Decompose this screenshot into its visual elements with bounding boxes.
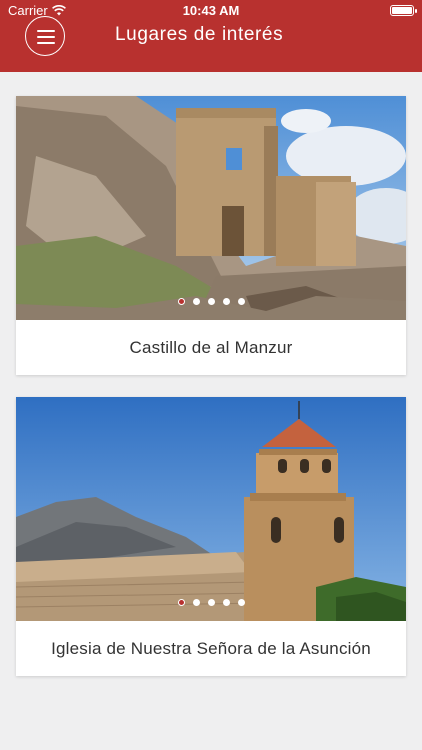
place-card-castle[interactable]: Castillo de al Manzur [16,96,406,375]
carousel-dots[interactable] [16,298,406,305]
status-time: 10:43 AM [182,3,240,18]
place-title[interactable]: Iglesia de Nuestra Señora de la Asunción [16,621,406,676]
carousel-dot[interactable] [192,599,200,606]
carousel-dot[interactable] [222,599,230,606]
battery-icon [390,5,417,16]
carousel-dot[interactable] [207,599,215,606]
page-title: Lugares de interés [115,24,284,45]
castle-ruins-photo[interactable] [16,96,406,320]
church-tower-photo[interactable] [16,397,406,621]
carousel-dot[interactable] [222,298,230,305]
menu-icon [37,30,55,32]
carousel-dot[interactable] [177,298,185,305]
place-title[interactable]: Castillo de al Manzur [16,320,406,375]
menu-button[interactable] [25,16,65,56]
carousel-dot[interactable] [192,298,200,305]
carousel-dot[interactable] [237,599,245,606]
carousel-dot[interactable] [207,298,215,305]
app-header: Carrier 10:43 AM Lugares de interés [0,0,422,72]
carousel-dot[interactable] [177,599,185,606]
carousel-dot[interactable] [237,298,245,305]
carousel-dots[interactable] [16,599,406,606]
status-bar: Carrier 10:43 AM [0,0,422,22]
place-card-church[interactable]: Iglesia de Nuestra Señora de la Asunción [16,397,406,676]
